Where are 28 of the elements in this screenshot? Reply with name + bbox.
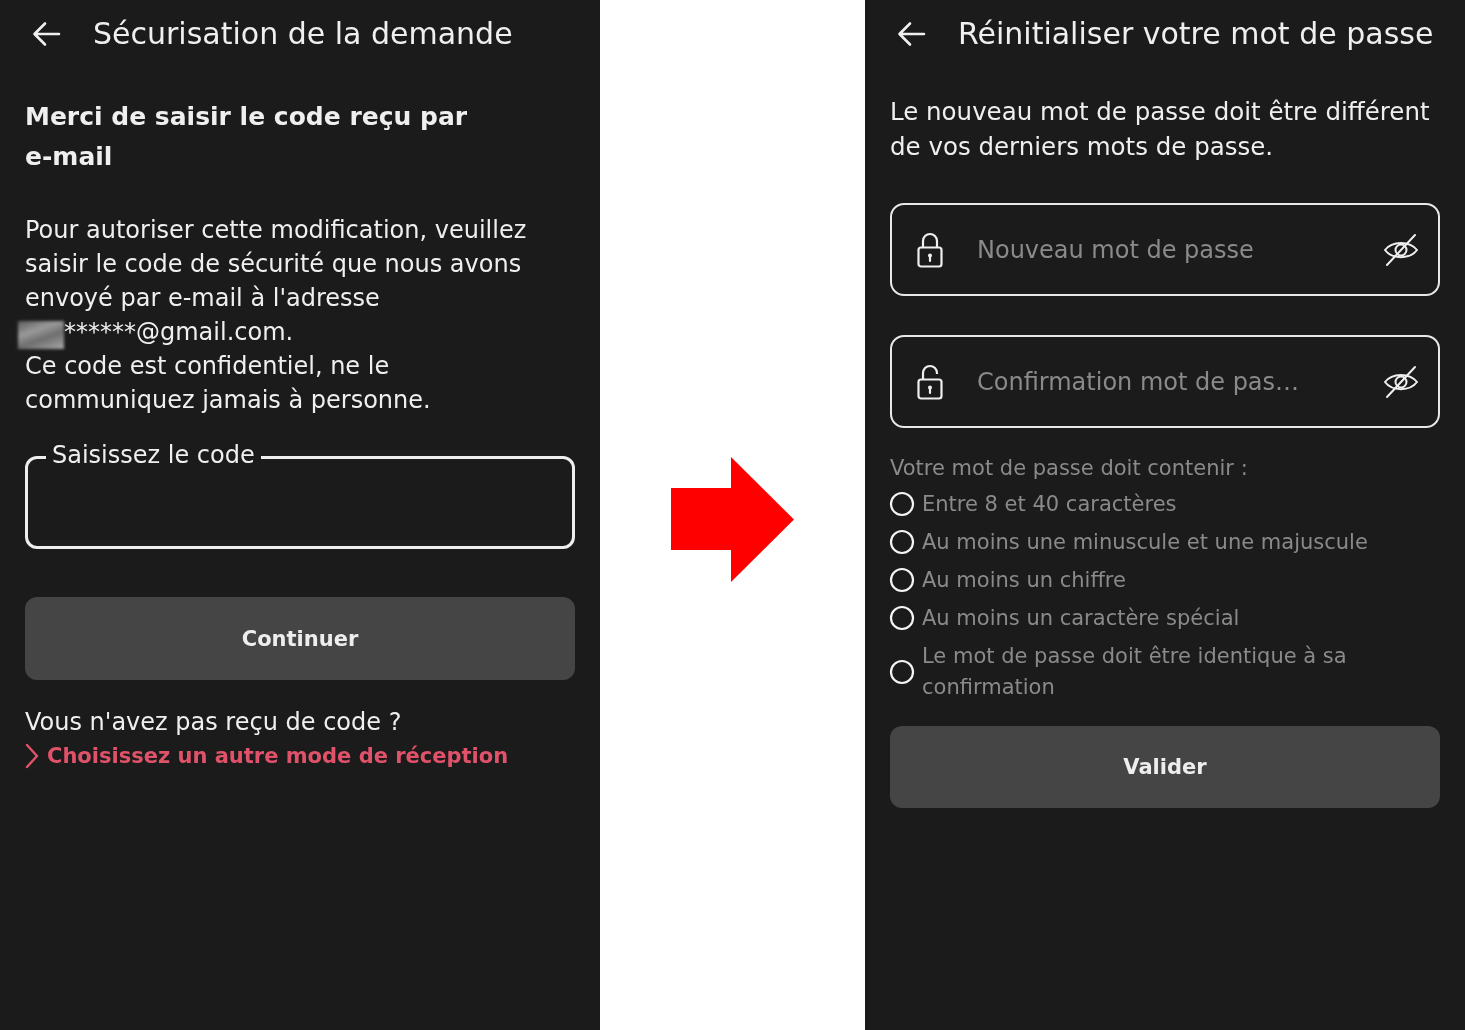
email-address: ******@gmail.com. <box>64 317 294 348</box>
continue-button[interactable]: Continuer <box>25 597 575 680</box>
requirement-text: Au moins un caractère spécial <box>922 604 1240 632</box>
requirement-text: Au moins une minuscule et une majuscule <box>922 528 1368 556</box>
lock-icon <box>917 231 943 268</box>
chevron-right-icon <box>25 743 39 769</box>
instruction-text: Pour autoriser cette modification, veuillez saisir le code de sécurité que nous avons envoyé par e-mail à l'adresse <box>25 215 528 314</box>
requirements-title: Votre mot de passe doit contenir : <box>890 455 1249 481</box>
warning-text: Ce code est confidentiel, ne le communiquez jamais à personne. <box>25 351 432 416</box>
requirement-text: Le mot de passe doit être identique à sa confirmation <box>922 642 1348 701</box>
eye-slash-icon[interactable] <box>1383 232 1419 267</box>
screen-heading: Merci de saisir le code reçu par e-mail <box>25 101 469 173</box>
help-text: Vous n'avez pas reçu de code ? <box>25 707 403 738</box>
screen-title: Réinitialiser votre mot de passe <box>958 16 1434 52</box>
validate-button[interactable]: Valider <box>890 726 1440 808</box>
eye-slash-icon[interactable] <box>1383 364 1419 399</box>
description-text: Le nouveau mot de passe doit être différent de vos derniers mots de passe. <box>890 96 1431 163</box>
back-icon[interactable] <box>898 22 925 46</box>
password-input[interactable]: Confirmation mot de pas… <box>890 335 1440 428</box>
back-icon[interactable] <box>33 22 60 46</box>
right-arrow-icon <box>671 456 794 582</box>
requirement-text: Au moins un chiffre <box>922 566 1126 594</box>
screen-title: Sécurisation de la demande <box>93 16 513 52</box>
alternate-method-link[interactable]: Choisissez un autre mode de réception <box>25 739 509 773</box>
requirement-text: Entre 8 et 40 caractères <box>922 490 1177 518</box>
open-lock-icon <box>917 363 943 400</box>
redacted-area <box>18 321 64 349</box>
password-input[interactable]: Nouveau mot de passe <box>890 203 1440 296</box>
